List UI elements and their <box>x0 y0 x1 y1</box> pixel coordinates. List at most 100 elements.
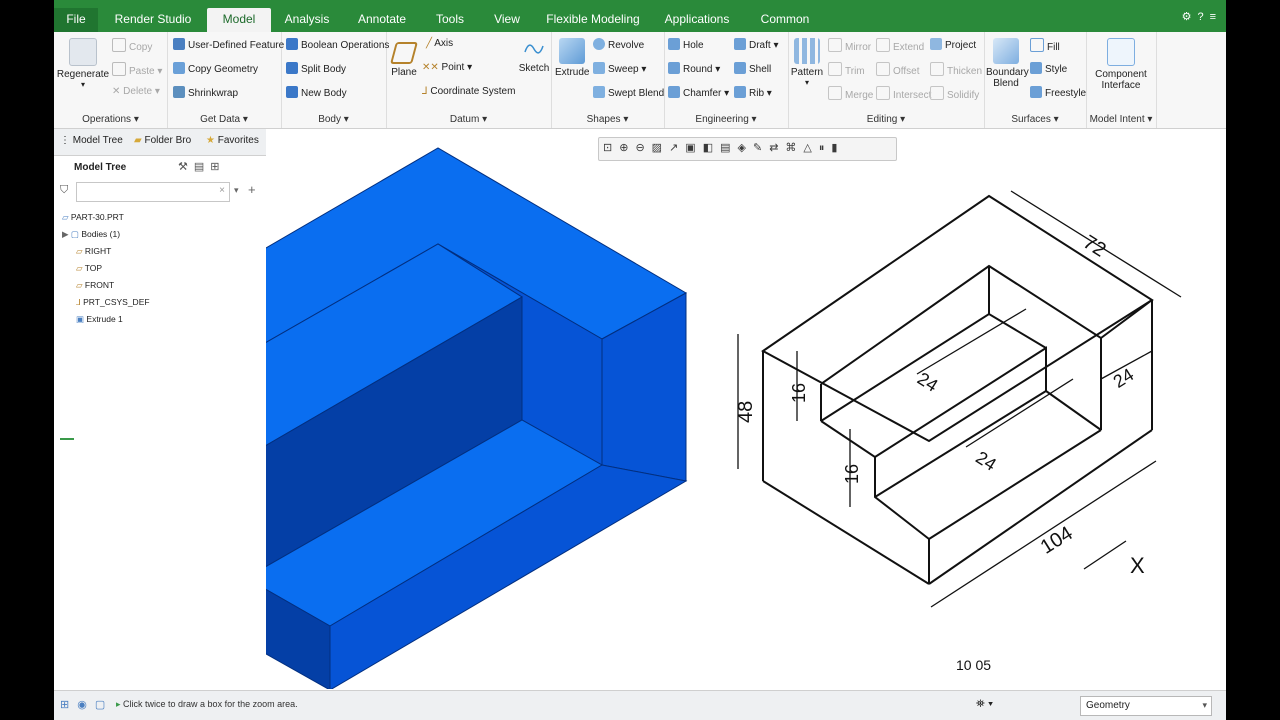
refit-icon[interactable]: ⊡ <box>603 142 619 154</box>
filter-icon[interactable]: ⛉ <box>60 184 68 197</box>
group-label-shapes[interactable]: Shapes ▾ <box>551 114 664 125</box>
spin-icon[interactable]: ↗ <box>669 142 685 154</box>
tree-item-csys[interactable]: ⅃ PRT_CSYS_DEF <box>76 297 150 308</box>
view-manager-icon[interactable]: ▤ <box>720 142 737 154</box>
tree-item-top[interactable]: ▱ TOP <box>76 263 102 274</box>
group-label-body[interactable]: Body ▾ <box>281 114 386 125</box>
mirror-button[interactable]: Mirror <box>828 38 871 53</box>
add-icon[interactable]: + <box>248 182 256 197</box>
group-label-get-data[interactable]: Get Data ▾ <box>167 114 281 125</box>
clear-search-icon[interactable]: × <box>219 185 225 196</box>
paste-button[interactable]: Paste ▾ <box>112 62 162 77</box>
shrinkwrap-button[interactable]: Shrinkwrap <box>173 86 238 99</box>
zoom-in-icon[interactable]: ⊕ <box>619 142 635 154</box>
tab-model-tree[interactable]: ⋮ Model Tree <box>60 135 123 146</box>
round-button[interactable]: Round ▾ <box>668 62 720 75</box>
tree-search-input[interactable]: × <box>76 182 230 202</box>
graphics-window[interactable]: 72 48 16 16 24 24 24 104 X 10 05 <box>266 129 1226 689</box>
menu-icon[interactable]: ≡ <box>1210 11 1222 23</box>
tree-item-front[interactable]: ▱ FRONT <box>76 280 114 291</box>
extrude-button[interactable]: Extrude <box>555 38 589 78</box>
tab-view[interactable]: View <box>484 8 530 32</box>
group-label-model-intent[interactable]: Model Intent ▾ <box>1086 114 1156 125</box>
boundary-blend-button[interactable]: Boundary Blend <box>986 38 1029 89</box>
grid-icon[interactable]: ⊞ <box>60 699 77 711</box>
tree-item-bodies[interactable]: ▶ ▢ Bodies (1) <box>62 229 120 240</box>
extend-button[interactable]: Extend <box>876 38 924 53</box>
selection-filter-select[interactable]: Geometry ▾ <box>1080 696 1212 716</box>
zoom-out-icon[interactable]: ⊖ <box>635 142 651 154</box>
style-button[interactable]: Style <box>1030 62 1067 75</box>
tab-annotate[interactable]: Annotate <box>348 8 416 32</box>
tab-file[interactable]: File <box>54 8 98 32</box>
merge-button[interactable]: Merge <box>828 86 873 101</box>
help-icon[interactable]: ? <box>1197 11 1209 23</box>
group-label-engineering[interactable]: Engineering ▾ <box>664 114 788 125</box>
hole-button[interactable]: Hole <box>668 38 704 51</box>
tab-analysis[interactable]: Analysis <box>276 8 338 32</box>
copy-button[interactable]: Copy <box>112 38 152 53</box>
shell-button[interactable]: Shell <box>734 62 771 75</box>
tab-applications[interactable]: Applications <box>656 8 738 32</box>
datum-display-icon[interactable]: ✎ <box>753 142 769 154</box>
point-button[interactable]: ✕✕ Point ▾ <box>422 62 472 73</box>
sweep-button[interactable]: Sweep ▾ <box>593 62 646 75</box>
annotation-display-icon[interactable]: ⇄ <box>769 142 785 154</box>
project-button[interactable]: Project <box>930 38 976 51</box>
revolve-button[interactable]: Revolve <box>593 38 644 51</box>
offset-button[interactable]: Offset <box>876 62 920 77</box>
swept-blend-button[interactable]: Swept Blend <box>593 86 664 99</box>
settings-icon[interactable]: ⚙ <box>1182 11 1198 23</box>
spin-center-icon[interactable]: ⌘ <box>785 142 803 154</box>
perspective-icon[interactable]: ◈ <box>738 142 753 154</box>
window-icon[interactable]: ▢ <box>95 699 113 711</box>
tree-settings-icon[interactable]: ⚒ <box>178 161 194 173</box>
group-label-operations[interactable]: Operations ▾ <box>54 114 167 125</box>
group-label-editing[interactable]: Editing ▾ <box>788 114 984 125</box>
new-body-button[interactable]: New Body <box>286 86 347 99</box>
search-dropdown-icon[interactable]: ▾ <box>234 185 239 196</box>
tab-tools[interactable]: Tools <box>426 8 474 32</box>
pattern-button[interactable]: Pattern ▾ <box>790 38 824 87</box>
fill-button[interactable]: Fill <box>1030 38 1060 53</box>
insert-indicator[interactable] <box>60 438 74 440</box>
thicken-button[interactable]: Thicken <box>930 62 982 77</box>
plane-button[interactable]: Plane <box>390 38 418 78</box>
component-interface-button[interactable]: Component Interface <box>1088 38 1154 91</box>
tab-flexible-modeling[interactable]: Flexible Modeling <box>540 8 646 32</box>
sketch-button[interactable]: Sketch <box>518 38 550 74</box>
rib-button[interactable]: Rib ▾ <box>734 86 772 99</box>
trim-button[interactable]: Trim <box>828 62 865 77</box>
saved-views-icon[interactable]: ◧ <box>703 142 720 154</box>
tab-common[interactable]: Common <box>752 8 818 32</box>
draft-button[interactable]: Draft ▾ <box>734 38 778 51</box>
stop-icon[interactable]: ▮ <box>831 142 844 154</box>
tree-item-right[interactable]: ▱ RIGHT <box>76 246 111 257</box>
expand-icon[interactable]: ▶ <box>62 229 71 239</box>
repaint-icon[interactable]: ▨ <box>652 142 669 154</box>
tree-item-part[interactable]: ▱ PART-30.PRT <box>62 212 124 223</box>
pause-icon[interactable]: ⏸ <box>819 142 832 154</box>
display-style-icon[interactable]: ▣ <box>685 142 702 154</box>
coordinate-system-button[interactable]: ⅃ Coordinate System <box>422 86 515 97</box>
tree-columns-icon[interactable]: ▤ <box>194 161 210 173</box>
delete-button[interactable]: ✕ Delete ▾ <box>112 86 160 97</box>
tab-folder-browser[interactable]: ▰ Folder Bro <box>134 135 191 146</box>
user-defined-feature-button[interactable]: User-Defined Feature <box>173 38 284 51</box>
copy-geometry-button[interactable]: Copy Geometry <box>173 62 258 75</box>
tree-item-extrude[interactable]: ▣ Extrude 1 <box>76 314 123 325</box>
appearance-icon[interactable]: △ <box>803 142 818 154</box>
find-button[interactable]: ⛯ ▾ <box>976 698 993 711</box>
regenerate-button[interactable]: Regenerate ▾ <box>56 38 110 89</box>
tree-filter-icon[interactable]: ⊞ <box>210 161 225 173</box>
group-label-surfaces[interactable]: Surfaces ▾ <box>984 114 1086 125</box>
boolean-operations-button[interactable]: Boolean Operations <box>286 38 389 51</box>
chamfer-button[interactable]: Chamfer ▾ <box>668 86 729 99</box>
axis-button[interactable]: ╱ Axis <box>426 38 453 49</box>
split-body-button[interactable]: Split Body <box>286 62 346 75</box>
freestyle-button[interactable]: Freestyle <box>1030 86 1086 99</box>
tab-model[interactable]: Model <box>207 8 271 32</box>
solidify-button[interactable]: Solidify <box>930 86 979 101</box>
tab-favorites[interactable]: ★ Favorites <box>206 135 259 146</box>
navigator-icon[interactable]: ◉ <box>77 699 95 711</box>
